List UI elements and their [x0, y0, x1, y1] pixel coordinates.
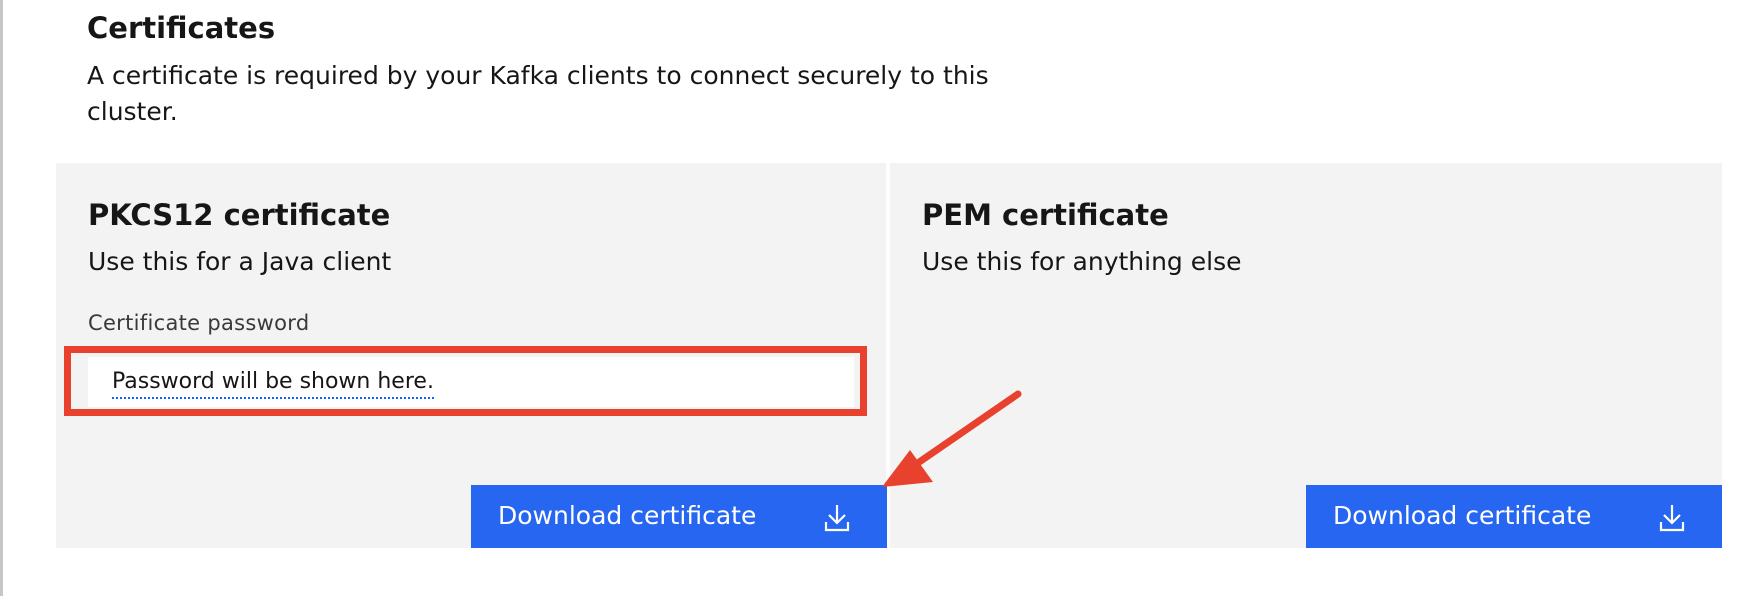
pkcs12-download-label: Download certificate [498, 501, 757, 530]
pem-subtitle: Use this for anything else [922, 247, 1242, 276]
pem-download-button[interactable]: Download certificate [1306, 485, 1722, 548]
certificate-password-value[interactable]: Password will be shown here. [112, 367, 434, 399]
pkcs12-certificate-tile: PKCS12 certificate Use this for a Java c… [56, 163, 887, 548]
pkcs12-subtitle: Use this for a Java client [88, 247, 392, 276]
pem-certificate-tile: PEM certificate Use this for anything el… [890, 163, 1722, 548]
download-icon [1658, 503, 1686, 533]
left-divider [0, 0, 3, 596]
pkcs12-title: PKCS12 certificate [88, 198, 391, 232]
pem-download-label: Download certificate [1333, 501, 1592, 530]
pem-title: PEM certificate [922, 198, 1169, 232]
download-icon [823, 503, 851, 533]
section-description: A certificate is required by your Kafka … [87, 61, 989, 126]
certificates-page: Certificates A certificate is required b… [0, 0, 1758, 596]
section-title: Certificates [87, 11, 276, 45]
pkcs12-download-button[interactable]: Download certificate [471, 485, 887, 548]
certificate-password-field[interactable]: Password will be shown here. [88, 357, 854, 407]
certificate-password-label: Certificate password [88, 311, 310, 335]
